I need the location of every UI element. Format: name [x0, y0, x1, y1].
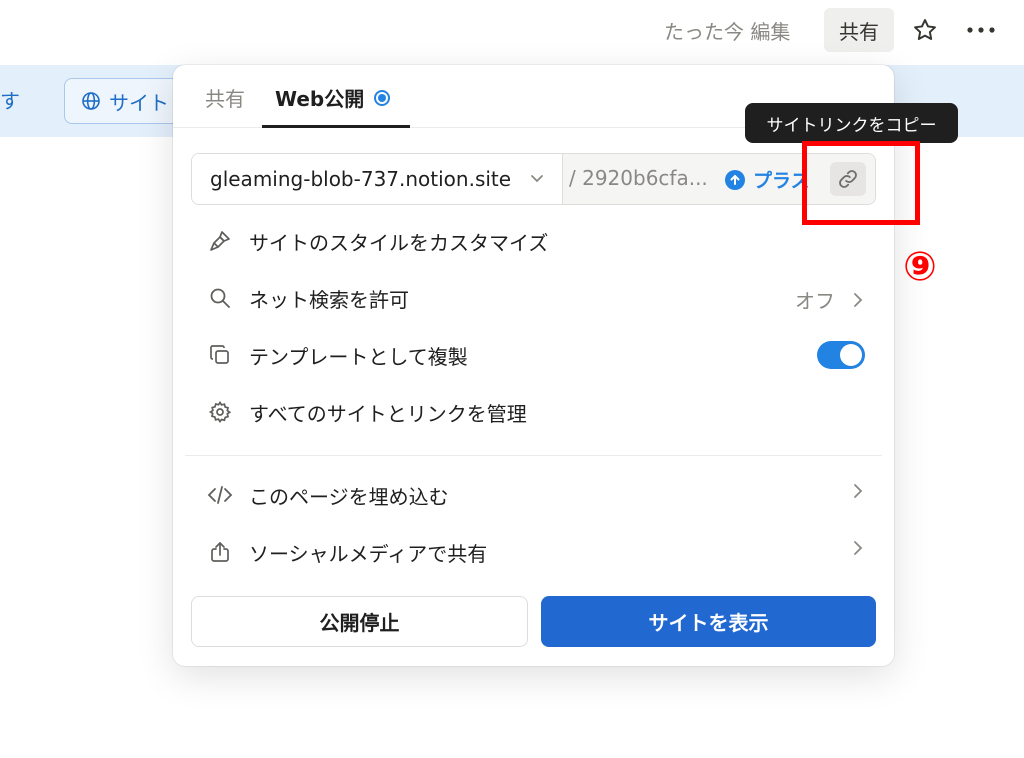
- domain-text: gleaming-blob-737.notion.site: [210, 167, 512, 191]
- brush-icon: [205, 226, 235, 256]
- search-setting-text: オフ: [795, 289, 835, 313]
- menu-label: ソーシャルメディアで共有: [249, 541, 488, 566]
- chevron-right-icon: [854, 541, 863, 555]
- menu-customize-site[interactable]: サイトのスタイルをカスタマイズ: [205, 218, 865, 264]
- active-tab-underline: [262, 125, 410, 128]
- menu-manage-sites[interactable]: すべてのサイトとリンクを管理: [205, 389, 865, 435]
- star-icon: [914, 19, 936, 40]
- view-site-button[interactable]: サイトを表示: [541, 596, 876, 647]
- social-chevron: [851, 539, 865, 557]
- tab-share[interactable]: 共有: [205, 83, 245, 112]
- publish-popover: 共有 Web公開 gleaming-blob-737.notion.site /…: [173, 65, 894, 666]
- globe-icon: [82, 92, 100, 110]
- tab-web-publish-label: Web公開: [275, 87, 365, 111]
- duplicate-toggle-wrap: [817, 341, 865, 369]
- menu-label: このページを埋め込む: [249, 484, 449, 509]
- chevron-down-icon: [531, 175, 543, 183]
- menu-label: すべてのサイトとリンクを管理: [249, 401, 527, 426]
- search-icon: [205, 283, 235, 313]
- menu-share-social[interactable]: ソーシャルメディアで共有: [205, 529, 865, 575]
- top-bar: たった今 編集 共有: [0, 0, 1024, 62]
- site-url-bar: gleaming-blob-737.notion.site / 2920b6cf…: [191, 153, 876, 205]
- code-icon: [205, 480, 235, 510]
- gear-icon: [205, 397, 235, 427]
- upgrade-plus-link[interactable]: プラス: [725, 166, 810, 193]
- url-path-text: / 2920b6cfa...: [569, 166, 708, 190]
- menu-label: ネット検索を許可: [249, 287, 409, 312]
- copy-link-tooltip: サイトリンクをコピー: [745, 103, 958, 143]
- banner-text: す: [0, 89, 20, 113]
- search-setting-value: オフ: [795, 285, 865, 314]
- tab-web-publish[interactable]: Web公開: [275, 83, 391, 112]
- annotation-highlight-box: [802, 141, 920, 225]
- domain-select[interactable]: gleaming-blob-737.notion.site: [192, 154, 563, 204]
- unpublish-button[interactable]: 公開停止: [191, 596, 528, 647]
- menu-label: テンプレートとして複製: [249, 344, 468, 369]
- menu-embed-page[interactable]: このページを埋め込む: [205, 472, 865, 518]
- menu-allow-search[interactable]: ネット検索を許可 オフ: [205, 275, 865, 321]
- upgrade-arrow-icon: [725, 169, 745, 190]
- more-button[interactable]: [960, 10, 1002, 50]
- published-indicator-icon: [374, 89, 391, 106]
- duplicate-toggle[interactable]: [817, 341, 865, 369]
- menu-label: サイトのスタイルをカスタマイズ: [249, 230, 549, 255]
- banner-site-label: サイト: [109, 90, 169, 115]
- annotation-step-number: ⑨: [903, 244, 937, 290]
- chevron-right-icon: [854, 484, 863, 498]
- duplicate-icon: [205, 340, 235, 370]
- embed-chevron: [851, 482, 865, 500]
- share-icon: [205, 537, 235, 567]
- more-icon: [967, 27, 995, 33]
- menu-duplicate-template[interactable]: テンプレートとして複製: [205, 332, 865, 378]
- chevron-right-icon: [854, 292, 863, 307]
- share-button[interactable]: 共有: [824, 8, 894, 52]
- edited-status: たった今 編集: [664, 20, 791, 44]
- favorite-button[interactable]: [906, 10, 944, 50]
- divider: [185, 455, 882, 456]
